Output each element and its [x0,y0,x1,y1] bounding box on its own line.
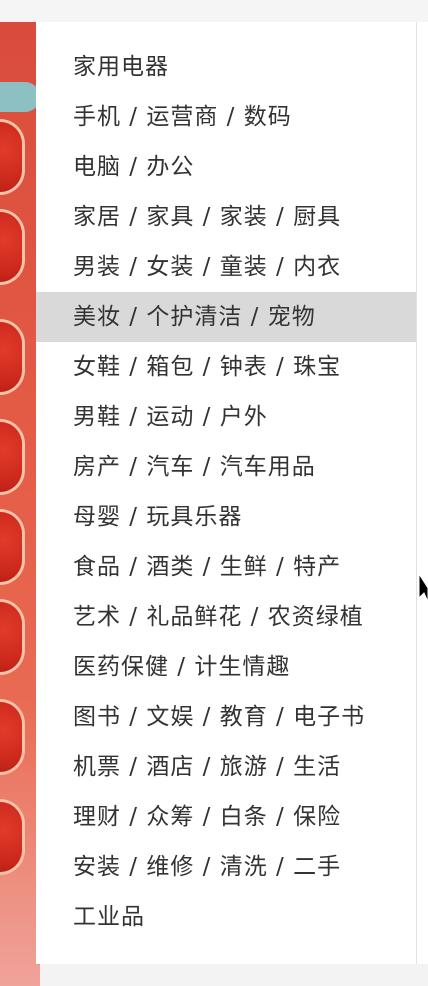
banner-decoration [0,322,22,392]
category-list: 家用电器 手机 / 运营商 / 数码 电脑 / 办公 家居 / 家具 / 家装 … [36,22,416,942]
banner-decoration [0,122,22,192]
banner-decoration [0,512,22,582]
category-item[interactable]: 女鞋 / 箱包 / 钟表 / 珠宝 [36,342,416,392]
category-item[interactable]: 艺术 / 礼品鲜花 / 农资绿植 [36,592,416,642]
mouse-pointer-icon [418,572,428,603]
category-item[interactable]: 母婴 / 玩具乐器 [36,492,416,542]
banner-decoration [0,422,22,492]
category-item[interactable]: 房产 / 汽车 / 汽车用品 [36,442,416,492]
banner-decoration [0,802,22,872]
category-item[interactable]: 图书 / 文娱 / 教育 / 电子书 [36,692,416,742]
category-item[interactable]: 家用电器 [36,42,416,92]
category-item[interactable]: 食品 / 酒类 / 生鲜 / 特产 [36,542,416,592]
banner-decoration [0,82,40,112]
banner-decoration [0,702,22,772]
category-item[interactable]: 手机 / 运营商 / 数码 [36,92,416,142]
category-item[interactable]: 家居 / 家具 / 家装 / 厨具 [36,192,416,242]
category-item[interactable]: 机票 / 酒店 / 旅游 / 生活 [36,742,416,792]
category-item[interactable]: 理财 / 众筹 / 白条 / 保险 [36,792,416,842]
promo-banner-left[interactable] [0,22,40,986]
content-panel-edge [416,22,428,964]
banner-decoration [0,602,22,672]
category-item[interactable]: 医药保健 / 计生情趣 [36,642,416,692]
category-item[interactable]: 工业品 [36,892,416,942]
category-item[interactable]: 男装 / 女装 / 童装 / 内衣 [36,242,416,292]
category-item[interactable]: 安装 / 维修 / 清洗 / 二手 [36,842,416,892]
category-item[interactable]: 电脑 / 办公 [36,142,416,192]
category-item[interactable]: 男鞋 / 运动 / 户外 [36,392,416,442]
top-bar [0,0,428,23]
category-item-active[interactable]: 美妆 / 个护清洁 / 宠物 [36,292,416,342]
category-menu: 家用电器 手机 / 运营商 / 数码 电脑 / 办公 家居 / 家具 / 家装 … [36,22,416,964]
banner-decoration [0,212,22,282]
